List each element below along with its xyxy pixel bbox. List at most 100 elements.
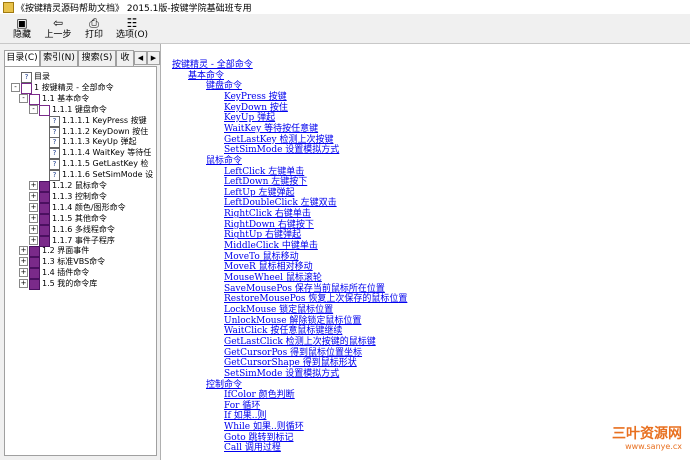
tree-item-label: 1.1.1.2 KeyDown 按住 (62, 126, 149, 136)
topic-link[interactable]: GetLastKey 检测上次按键 (224, 135, 333, 146)
tab-favorites[interactable]: 收 (116, 50, 134, 67)
tree-item-label: 1.1.1.5 GetLastKey 检 (62, 159, 149, 169)
back-button[interactable]: ⇦ 上一步 (38, 16, 78, 42)
options-button[interactable]: ☷ 选项(O) (112, 16, 152, 42)
help-page-icon: ? (49, 159, 60, 171)
print-button[interactable]: ⎙ 打印 (74, 16, 114, 42)
window-title: 《按键精灵源码帮助文档》 2015.1版-按键学院基础班专用 (16, 4, 252, 14)
expand-icon[interactable]: + (29, 235, 38, 245)
topic-link[interactable]: Call 调用过程 (224, 443, 281, 454)
topic-link[interactable]: LeftDown 左键按下 (224, 177, 307, 188)
closed-book-icon (29, 279, 40, 291)
print-icon: ⎙ (89, 16, 99, 30)
tab-scroll-left-icon[interactable]: ◀ (134, 51, 147, 65)
help-page-icon: ? (49, 115, 60, 127)
topic-link[interactable]: IfColor 颜色判断 (224, 390, 295, 401)
topic-link[interactable]: LockMouse 锁定鼠标位置 (224, 305, 333, 316)
topic-link[interactable]: RestoreMousePos 恢复上次保存的鼠标位置 (224, 294, 407, 305)
hide-button[interactable]: ▣ 隐藏 (2, 16, 42, 42)
tree-item-label: 1.4 插件命令 (42, 268, 90, 278)
expand-icon[interactable]: + (19, 257, 28, 267)
topic-link[interactable]: SaveMousePos 保存当前鼠标所在位置 (224, 284, 385, 295)
tree-item-label: 1.1.6 多线程命令 (52, 224, 115, 234)
expand-icon[interactable]: + (29, 224, 38, 234)
help-page-icon: ? (21, 72, 32, 83)
open-book-icon (39, 104, 50, 116)
watermark-brand: 三叶资源网 (612, 426, 682, 442)
closed-book-icon (39, 213, 50, 225)
open-book-icon (21, 82, 32, 94)
topic-link[interactable]: RightUp 右键弹起 (224, 230, 301, 241)
topic-link[interactable]: SetSimMode 设置模拟方式 (224, 145, 339, 156)
topic-link[interactable]: GetCursorPos 得到鼠标位置坐标 (224, 348, 362, 359)
expand-icon[interactable]: + (29, 213, 38, 223)
topic-link[interactable]: GetLastClick 检测上次按键的鼠标键 (224, 337, 376, 348)
open-book-icon (29, 93, 40, 105)
topic-link[interactable]: SetSimMode 设置模拟方式 (224, 369, 339, 380)
tab-index[interactable]: 索引(N) (40, 50, 78, 67)
topic-link[interactable]: MiddleClick 中键单击 (224, 241, 318, 252)
expand-icon[interactable]: + (29, 202, 38, 212)
app-icon (3, 2, 14, 13)
topic-link[interactable]: MoveR 鼠标相对移动 (224, 262, 313, 273)
title-bar: 《按键精灵源码帮助文档》 2015.1版-按键学院基础班专用 (0, 0, 690, 14)
tab-scroll-right-icon[interactable]: ▶ (147, 51, 160, 65)
tree-item-label: 1.1.1.4 WaitKey 等待任 (62, 148, 152, 158)
closed-book-icon (39, 202, 50, 214)
topic-content: 按键精灵 - 全部命令 基本命令 键盘命令 KeyPress 按键 KeyDown 按住… (162, 44, 690, 460)
closed-book-icon (39, 224, 50, 236)
tab-search[interactable]: 搜索(S) (78, 50, 116, 67)
toolbar: ▣ 隐藏 ⇦ 上一步 ⎙ 打印 ☷ 选项(O) (0, 14, 690, 44)
topic-link[interactable]: MouseWheel 鼠标滚轮 (224, 273, 322, 284)
closed-book-icon (29, 268, 40, 280)
hide-icon: ▣ (16, 16, 28, 30)
topic-link[interactable]: 鼠标命令 (206, 156, 242, 167)
tree-item-label: 1.1.1.6 SetSimMode 设 (62, 170, 154, 180)
watermark-url: www.sanye.cx (625, 442, 682, 451)
expand-icon[interactable]: + (19, 268, 28, 278)
tree-item-label: 1 按键精灵 - 全部命令 (34, 82, 114, 92)
watermark: 三叶资源网 www.sanye.cx (612, 426, 682, 452)
topic-link[interactable]: KeyUp 弹起 (224, 113, 275, 124)
topic-link[interactable]: LeftClick 左键单击 (224, 167, 304, 178)
expand-icon[interactable]: + (29, 191, 38, 201)
collapse-icon[interactable]: - (11, 82, 20, 92)
tree-item-label: 1.2 界面事件 (42, 246, 90, 256)
topic-link[interactable]: WaitClick 按任意鼠标键继续 (224, 326, 342, 337)
closed-book-icon (39, 181, 50, 192)
tree-item-label: 1.1 基本命令 (42, 93, 90, 103)
tree-item-label: 1.5 我的命令库 (42, 279, 98, 289)
closed-book-icon (29, 246, 40, 258)
closed-book-icon (39, 191, 50, 203)
topic-link[interactable]: While 如果..则循环 (224, 422, 304, 433)
navigation-pane: 目录(C) 索引(N) 搜索(S) 收 ◀ ▶ ? 目录 -1 按键精灵 - 全部命… (0, 44, 161, 460)
topic-link[interactable]: 按键精灵 - 全部命令 (172, 60, 253, 71)
tree-item-label: 1.1.1.1 KeyPress 按键 (62, 115, 147, 125)
tree-item-label: 目录 (34, 72, 50, 81)
topic-link[interactable]: KeyPress 按键 (224, 92, 287, 103)
topic-link[interactable]: 键盘命令 (206, 81, 242, 92)
expand-icon[interactable]: + (19, 246, 28, 256)
collapse-icon[interactable]: - (19, 93, 28, 103)
topic-link[interactable]: RightClick 右键单击 (224, 209, 311, 220)
topic-link[interactable]: 控制命令 (206, 380, 242, 391)
topic-link[interactable]: GetCursorShape 得到鼠标形状 (224, 358, 357, 369)
tree-item-label: 1.1.3 控制命令 (52, 191, 107, 201)
help-page-icon: ? (49, 148, 60, 160)
topic-link[interactable]: WaitKey 等待按任意键 (224, 124, 318, 135)
topic-link[interactable]: LeftDoubleClick 左键双击 (224, 198, 337, 209)
nav-tabs: 目录(C) 索引(N) 搜索(S) 收 ◀ ▶ (4, 50, 160, 68)
topic-link[interactable]: 基本命令 (188, 71, 224, 82)
expand-icon[interactable]: + (19, 279, 28, 289)
topic-link[interactable]: UnlockMouse 解除锁定鼠标位置 (224, 316, 361, 327)
tree-item-label: 1.1.4 颜色/图形命令 (52, 202, 126, 212)
contents-tree[interactable]: ? 目录 -1 按键精灵 - 全部命令 -1.1 基本命令 -1.1.1 键盘命令? 1.… (4, 66, 157, 456)
expand-icon[interactable]: + (29, 181, 38, 190)
tree-item-label: 1.1.5 其他命令 (52, 213, 107, 223)
topic-link[interactable]: If 如果..则 (224, 411, 266, 422)
tree-item-label: 1.1.1.3 KeyUp 弹起 (62, 137, 137, 147)
closed-book-icon (29, 257, 40, 269)
topic-link[interactable]: KeyDown 按住 (224, 103, 288, 114)
help-page-icon: ? (49, 137, 60, 149)
collapse-icon[interactable]: - (29, 104, 38, 114)
